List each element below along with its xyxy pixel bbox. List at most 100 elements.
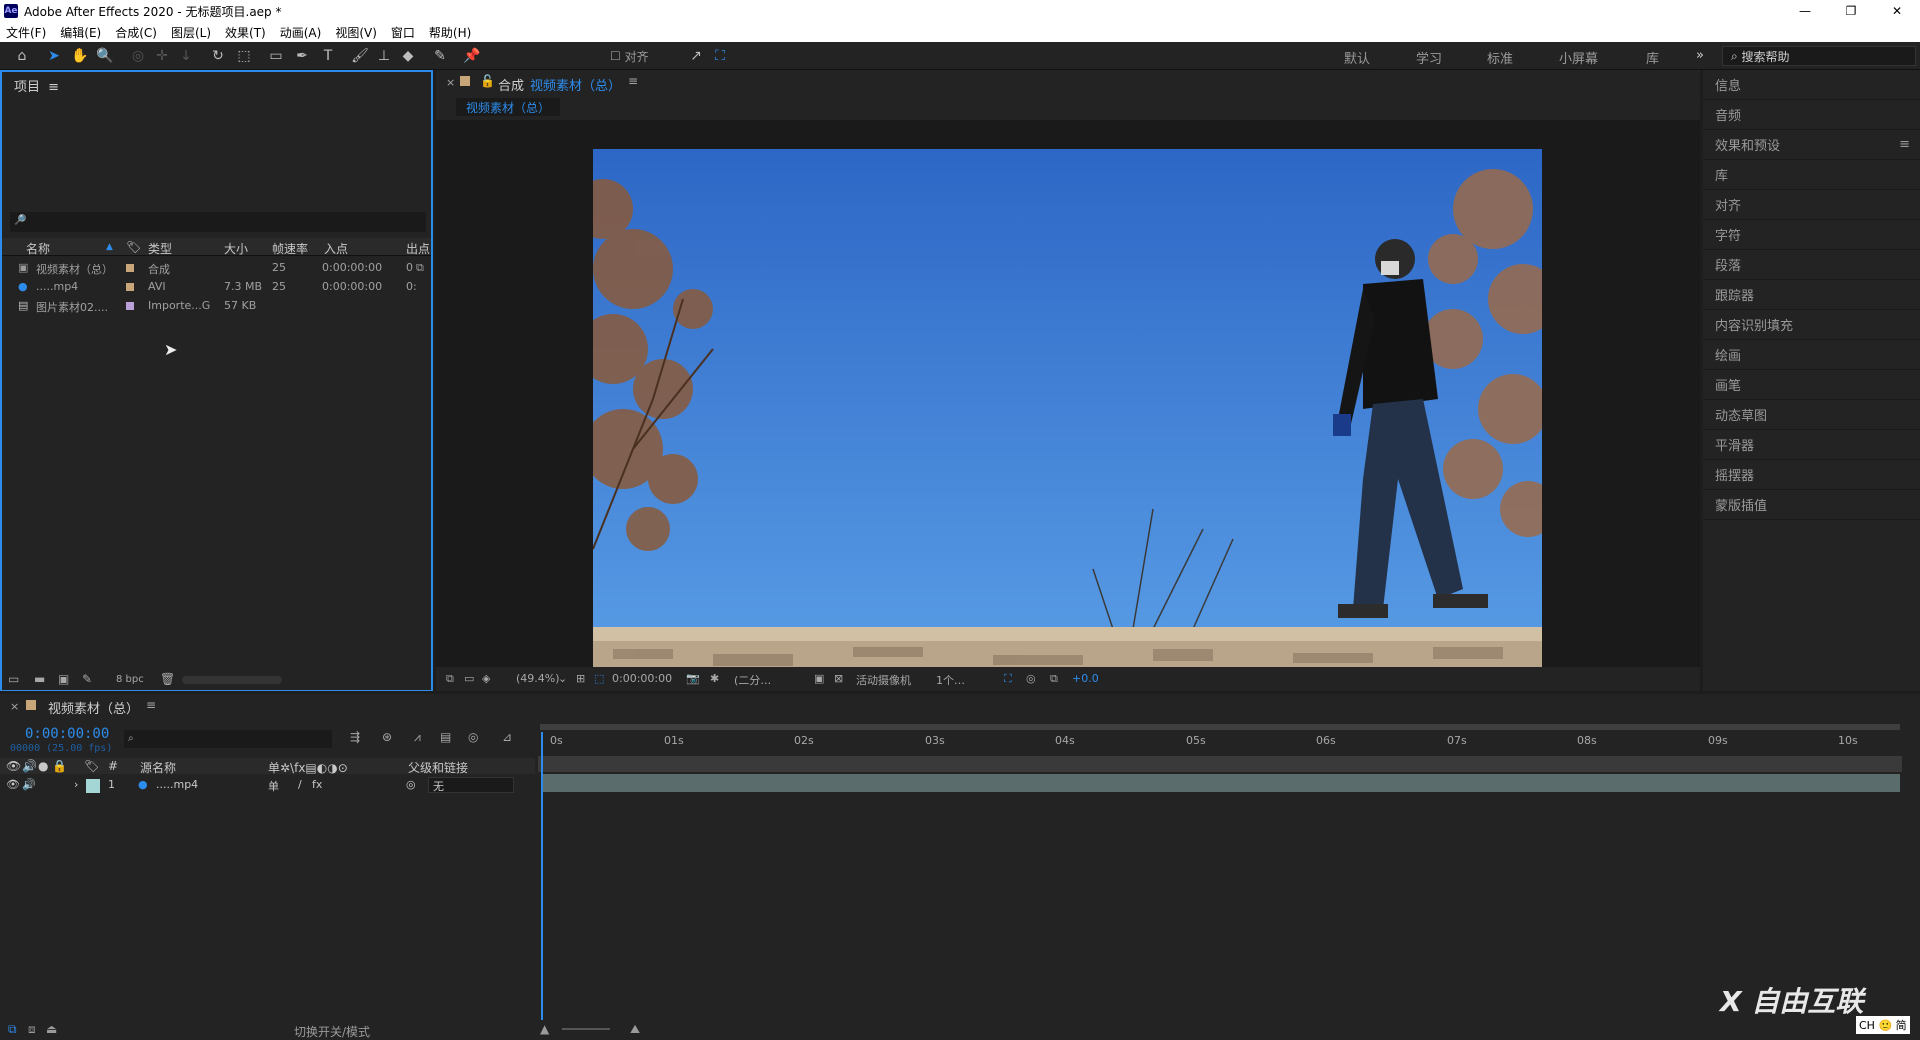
audio-icon[interactable]: 🔊: [22, 778, 36, 791]
shy-layers-icon[interactable]: ⩘: [414, 730, 421, 745]
rotate-tool-icon[interactable]: ↻: [208, 46, 228, 66]
transparency-grid-icon[interactable]: ⊠: [834, 672, 843, 685]
zoom-in-icon[interactable]: ⛰: [630, 1022, 640, 1037]
eye-icon[interactable]: 👁: [6, 778, 20, 791]
menu-file[interactable]: 文件(F): [6, 24, 46, 41]
pan-camera-icon[interactable]: ✛: [152, 46, 172, 66]
chevron-down-icon[interactable]: ⌄: [558, 672, 567, 685]
panel-menu-icon[interactable]: ≡: [48, 80, 59, 95]
panel-menu-icon[interactable]: ≡: [1899, 137, 1910, 152]
panel-align[interactable]: 对齐: [1703, 190, 1920, 220]
menu-help[interactable]: 帮助(H): [429, 24, 471, 41]
timeline-zoom-slider[interactable]: [562, 1028, 610, 1030]
render-time-icon[interactable]: ⏏: [46, 1022, 57, 1036]
views-dropdown[interactable]: 1个…: [936, 672, 965, 688]
quality-switch-icon[interactable]: /: [298, 778, 302, 791]
menu-window[interactable]: 窗口: [391, 24, 415, 41]
workspace-default[interactable]: 默认: [1344, 48, 1370, 67]
panel-audio[interactable]: 音频: [1703, 100, 1920, 130]
col-fps[interactable]: 帧速率: [272, 240, 308, 257]
pick-whip-icon[interactable]: ◎: [406, 778, 416, 791]
close-button[interactable]: ✕: [1874, 0, 1920, 22]
grid-icon[interactable]: ⊞: [576, 672, 585, 685]
panel-paragraph[interactable]: 段落: [1703, 250, 1920, 280]
menu-view[interactable]: 视图(V): [335, 24, 377, 41]
shy-switch-icon[interactable]: 单: [268, 778, 279, 794]
eraser-tool-icon[interactable]: ◆: [398, 46, 418, 66]
draft-3d-icon[interactable]: ⊛: [382, 730, 392, 744]
display-icon[interactable]: ▭: [464, 672, 474, 685]
panel-character[interactable]: 字符: [1703, 220, 1920, 250]
panel-mask-interpolation[interactable]: 蒙版插值: [1703, 490, 1920, 520]
col-parent-link[interactable]: 父级和链接: [408, 759, 468, 776]
col-out[interactable]: 出点: [406, 240, 430, 257]
layer-switches-icon[interactable]: ⧉: [8, 1022, 17, 1037]
panel-menu-icon[interactable]: ≡: [628, 74, 638, 88]
project-item[interactable]: ▣ 视频素材（总） 合成 25 0:00:00:00 0 ⧉: [2, 258, 431, 277]
current-time[interactable]: 0:00:00:00: [25, 726, 109, 742]
close-tab-icon[interactable]: ×: [10, 700, 19, 713]
chevron-right-icon[interactable]: ›: [74, 778, 78, 791]
panel-smoother[interactable]: 平滑器: [1703, 430, 1920, 460]
more-workspaces-icon[interactable]: »: [1696, 48, 1704, 63]
timeline-search-input[interactable]: ⌕: [124, 730, 332, 748]
zoom-tool-icon[interactable]: 🔍: [95, 46, 115, 66]
hand-tool-icon[interactable]: ✋: [70, 46, 90, 66]
interpret-footage-icon[interactable]: ▭: [8, 672, 19, 686]
snap-grid-icon[interactable]: ⛶: [710, 46, 730, 66]
selection-tool-icon[interactable]: ➤: [44, 46, 64, 66]
col-source-name[interactable]: 源名称: [140, 759, 176, 776]
layer-name[interactable]: .....mp4: [156, 778, 198, 791]
menu-effect[interactable]: 效果(T): [225, 24, 266, 41]
viewer-timecode[interactable]: 0:00:00:00: [612, 672, 672, 685]
flowchart-icon[interactable]: ⧉: [1050, 672, 1058, 686]
puppet-pin-icon[interactable]: 📌: [462, 46, 482, 66]
panel-motion-sketch[interactable]: 动态草图: [1703, 400, 1920, 430]
project-item[interactable]: ▤ 图片素材02.... Importe...G 57 KB: [2, 296, 431, 315]
orbit-camera-icon[interactable]: ◎: [128, 46, 148, 66]
comp-mini-flowchart-icon[interactable]: ⇶: [350, 730, 360, 744]
align-checkbox[interactable]: ☐ 对齐: [610, 46, 649, 66]
layer-row[interactable]: 👁 🔊 › 1 ● .....mp4 单 / fx ◎ 无: [0, 776, 535, 794]
project-settings-icon[interactable]: ✎: [82, 672, 92, 686]
thumbnail-slider[interactable]: [182, 676, 282, 684]
minimize-button[interactable]: —: [1782, 0, 1828, 22]
layer-duration-bar[interactable]: [542, 774, 1900, 792]
home-icon[interactable]: ⌂: [12, 46, 32, 66]
resolution-dropdown[interactable]: (二分…: [734, 672, 771, 688]
panel-effects-presets[interactable]: 效果和预设 ≡: [1703, 130, 1920, 160]
roto-brush-icon[interactable]: ✎: [430, 46, 450, 66]
brush-tool-icon[interactable]: 🖌: [350, 46, 370, 66]
project-search-input[interactable]: 🔎: [10, 212, 426, 232]
reset-exposure-icon[interactable]: ◎: [1026, 672, 1036, 685]
search-help-input[interactable]: ⌕ 搜索帮助: [1722, 46, 1916, 66]
toggle-switches-modes[interactable]: 切换开关/模式: [294, 1023, 370, 1040]
ime-indicator[interactable]: CH 🙂 简: [1856, 1016, 1910, 1034]
snapshot-icon[interactable]: 📷: [686, 672, 700, 685]
bit-depth-button[interactable]: 8 bpc: [116, 674, 144, 685]
mask-toggle-icon[interactable]: ◈: [482, 672, 490, 685]
workspace-standard[interactable]: 标准: [1487, 48, 1513, 67]
timeline-comp-name[interactable]: 视频素材（总）: [48, 698, 139, 717]
panel-paint[interactable]: 绘画: [1703, 340, 1920, 370]
zoom-out-icon[interactable]: ▲: [540, 1022, 549, 1036]
lock-icon[interactable]: 🔓: [480, 74, 495, 88]
close-tab-icon[interactable]: ×: [446, 76, 455, 89]
anchor-point-tool-icon[interactable]: ⬚: [234, 46, 254, 66]
graph-editor-icon[interactable]: ⊿: [502, 730, 512, 744]
3d-renderer-icon[interactable]: ⛶: [1004, 672, 1012, 686]
time-ruler[interactable]: 0s 01s 02s 03s 04s 05s 06s 07s 08s 09s 1…: [538, 730, 1900, 750]
dolly-camera-icon[interactable]: ↓: [176, 46, 196, 66]
panel-info[interactable]: 信息: [1703, 70, 1920, 100]
col-type[interactable]: 类型: [148, 240, 172, 257]
panel-content-aware-fill[interactable]: 内容识别填充: [1703, 310, 1920, 340]
panel-tracker[interactable]: 跟踪器: [1703, 280, 1920, 310]
panel-brushes[interactable]: 画笔: [1703, 370, 1920, 400]
label-swatch[interactable]: [86, 779, 100, 793]
menu-animation[interactable]: 动画(A): [280, 24, 322, 41]
playhead[interactable]: [541, 732, 543, 1020]
motion-blur-icon[interactable]: ◎: [468, 730, 478, 744]
menu-edit[interactable]: 编辑(E): [60, 24, 101, 41]
frame-blending-icon[interactable]: ▤: [440, 730, 451, 744]
fx-switch-icon[interactable]: fx: [312, 778, 322, 791]
